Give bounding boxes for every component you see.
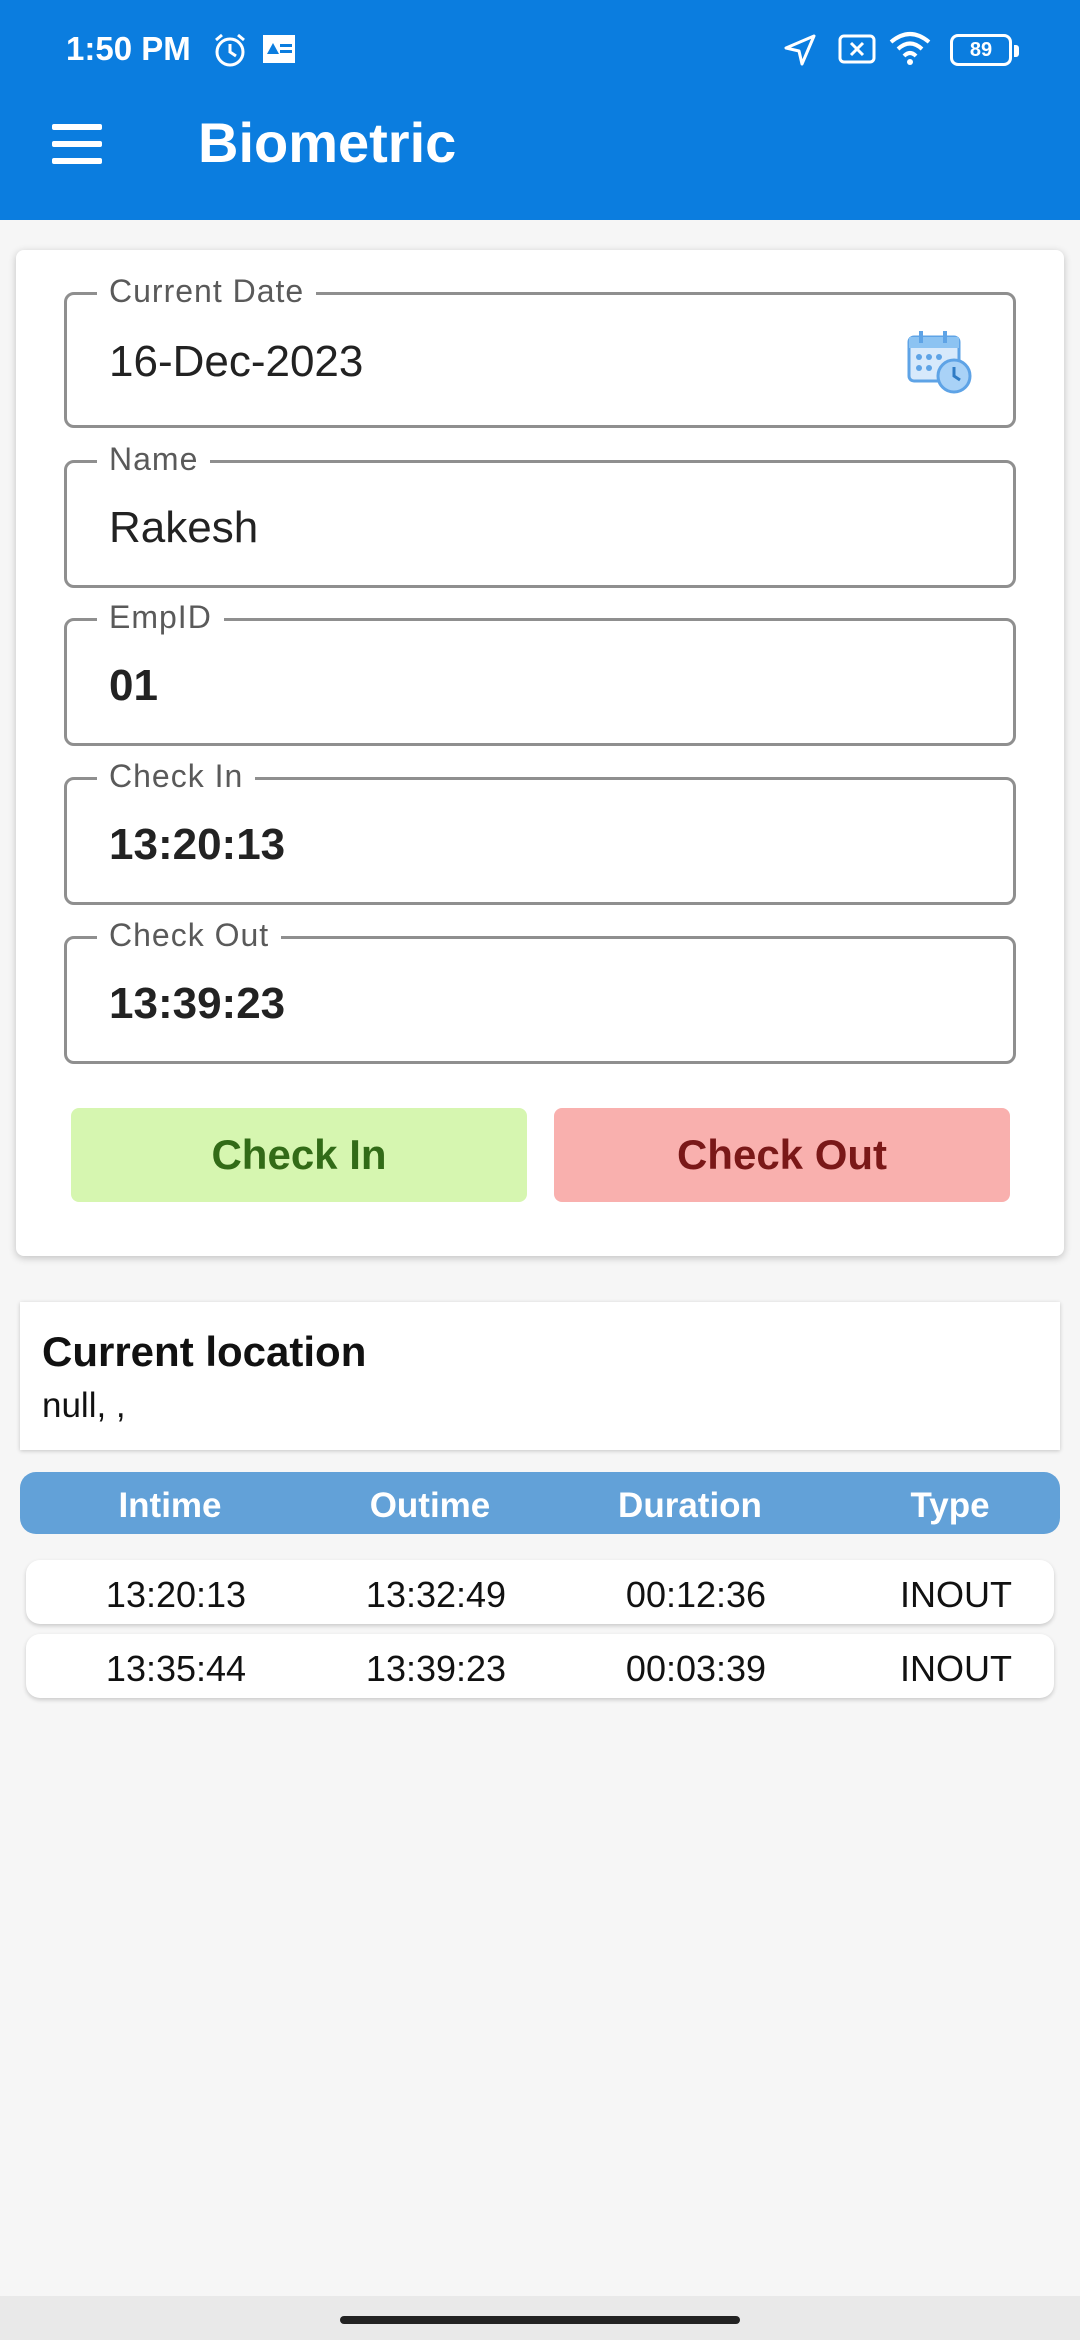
location-arrow-icon <box>784 34 816 66</box>
current-date-value: 16-Dec-2023 <box>109 337 364 386</box>
name-field[interactable]: Name Rakesh <box>64 441 1016 588</box>
attendance-form-card: Current Date 16-Dec-2023 Name Rakesh Emp… <box>16 250 1064 1256</box>
page-title: Biometric <box>198 111 457 174</box>
sim-off-icon <box>838 34 876 64</box>
battery-icon: 89 <box>950 34 1019 66</box>
current-date-label: Current Date <box>97 273 317 310</box>
calendar-clock-icon[interactable] <box>905 329 973 395</box>
system-navigation-bar <box>0 2296 1080 2340</box>
status-time: 1:50 PM <box>66 30 191 67</box>
empid-value: 01 <box>109 661 158 710</box>
name-value: Rakesh <box>109 503 259 552</box>
table-row[interactable]: 13:35:44 13:39:23 00:03:39 INOUT <box>26 1634 1054 1698</box>
check-in-time-value: 13:20:13 <box>109 820 286 869</box>
column-header-duration: Duration <box>618 1486 762 1525</box>
app-bar: 1:50 PM 89 Biometric <box>0 0 1080 220</box>
outime-cell: 13:32:49 <box>365 1574 507 1615</box>
battery-level: 89 <box>969 39 993 61</box>
intime-cell: 13:35:44 <box>105 1648 247 1689</box>
check-in-time-label: Check In <box>97 758 256 795</box>
empid-field[interactable]: EmpID 01 <box>64 599 1016 746</box>
type-cell: INOUT <box>900 1648 1012 1689</box>
current-date-field[interactable]: Current Date 16-Dec-2023 <box>64 273 1016 428</box>
check-out-button[interactable]: Check Out <box>554 1108 1010 1202</box>
app-notification-icon <box>263 35 295 63</box>
table-row[interactable]: 13:20:13 13:32:49 00:12:36 INOUT <box>26 1560 1054 1624</box>
intime-cell: 13:20:13 <box>105 1574 247 1615</box>
current-location-value: null, , <box>42 1386 126 1425</box>
type-cell: INOUT <box>900 1574 1012 1615</box>
column-header-intime: Intime <box>118 1486 222 1525</box>
check-in-button[interactable]: Check In <box>71 1108 527 1202</box>
column-header-type: Type <box>910 1486 990 1525</box>
column-header-outime: Outime <box>369 1486 491 1525</box>
home-gesture-handle[interactable] <box>340 2316 740 2324</box>
check-out-time-label: Check Out <box>97 917 282 954</box>
wifi-icon <box>889 32 931 65</box>
current-location-card: Current location null, , <box>20 1302 1060 1450</box>
status-bar: 1:50 PM 89 <box>0 0 1080 100</box>
check-out-time-value: 13:39:23 <box>109 979 286 1028</box>
attendance-table-header: Intime Outime Duration Type <box>20 1472 1060 1534</box>
check-in-time-field[interactable]: Check In 13:20:13 <box>64 758 1016 905</box>
outime-cell: 13:39:23 <box>365 1648 507 1689</box>
hamburger-menu-icon[interactable] <box>42 114 112 174</box>
duration-cell: 00:12:36 <box>625 1574 767 1615</box>
alarm-icon <box>215 33 245 67</box>
duration-cell: 00:03:39 <box>625 1648 767 1689</box>
check-out-time-field[interactable]: Check Out 13:39:23 <box>64 917 1016 1064</box>
name-label: Name <box>97 441 211 478</box>
current-location-title: Current location <box>42 1328 367 1375</box>
empid-label: EmpID <box>97 599 224 636</box>
